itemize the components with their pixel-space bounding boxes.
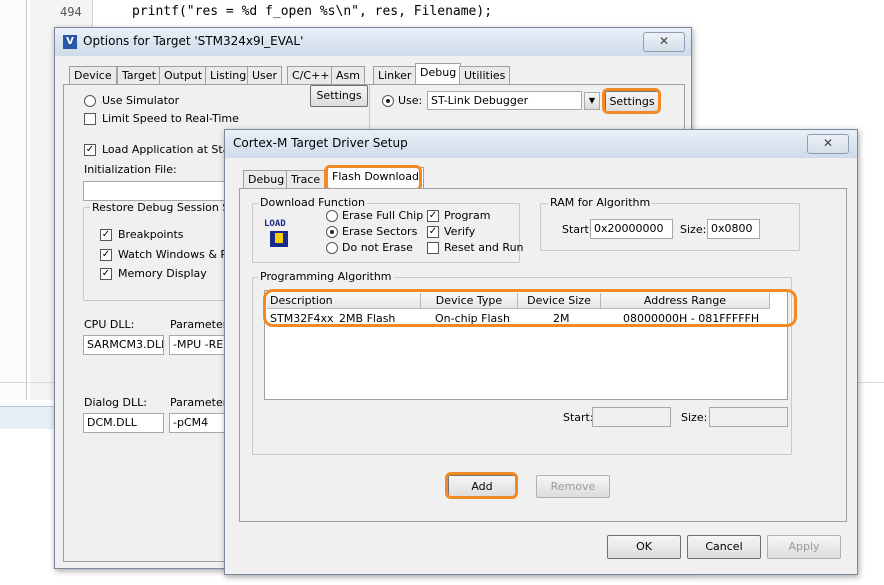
initialization-file-input[interactable] — [83, 181, 238, 201]
remove-button[interactable]: Remove — [536, 475, 610, 498]
flash-download-panel: Download Function LOAD Erase Full Chip E… — [239, 188, 847, 522]
erase-sectors-radio[interactable] — [326, 226, 338, 238]
debugger-select-value: ST-Link Debugger — [431, 94, 529, 107]
options-titlebar[interactable]: V Options for Target 'STM324x9I_EVAL' ✕ — [55, 28, 691, 56]
reset-and-run-checkbox[interactable] — [427, 242, 439, 254]
tab-trace[interactable]: Trace — [286, 170, 326, 188]
cancel-button[interactable]: Cancel — [687, 535, 761, 559]
editor-code-line[interactable]: printf("res = %d f_open %s\n", res, File… — [132, 4, 492, 19]
algo-start-input[interactable] — [592, 407, 671, 427]
use-label: Use: — [398, 94, 423, 107]
load-icon: LOAD — [264, 219, 294, 249]
settings-highlight — [602, 88, 661, 114]
tab-linker[interactable]: Linker — [373, 66, 417, 84]
breakpoints-checkbox[interactable]: ✓ — [100, 229, 112, 241]
use-debugger-radio[interactable] — [382, 95, 394, 107]
load-icon-arrow — [275, 233, 283, 243]
cpu-dll-label: CPU DLL: — [84, 318, 135, 331]
dialog-dll-input[interactable]: DCM.DLL — [83, 413, 164, 433]
programming-algorithm-label: Programming Algorithm — [258, 270, 394, 283]
ram-start-input[interactable]: 0x20000000 — [590, 219, 673, 239]
tab-user[interactable]: User — [247, 66, 283, 84]
driver-close-button[interactable]: ✕ — [807, 134, 849, 154]
tab-debug-driver[interactable]: Debug — [243, 170, 290, 188]
breakpoints-label: Breakpoints — [118, 228, 184, 241]
driver-client-area: Debug Trace Flash Download Download Func… — [225, 158, 857, 574]
output-panel-tab[interactable] — [0, 406, 60, 429]
dialog-parameter-label: Parameter: — [170, 396, 231, 409]
limit-speed-label: Limit Speed to Real-Time — [102, 112, 239, 125]
tab-c-cpp[interactable]: C/C++ — [287, 66, 335, 84]
tab-asm[interactable]: Asm — [331, 66, 365, 84]
load-icon-text: LOAD — [264, 219, 286, 229]
do-not-erase-radio[interactable] — [326, 242, 338, 254]
load-application-checkbox[interactable]: ✓ — [84, 144, 96, 156]
options-window-title: Options for Target 'STM324x9I_EVAL' — [83, 34, 304, 48]
cpu-dll-input[interactable]: SARMCM3.DLL — [83, 335, 164, 355]
algo-size-input[interactable] — [709, 407, 788, 427]
memory-display-label: Memory Display — [118, 267, 207, 280]
apply-button[interactable]: Apply — [767, 535, 841, 559]
ram-size-input[interactable]: 0x0800 — [707, 219, 760, 239]
simulator-settings-button[interactable]: Settings — [310, 85, 368, 107]
debugger-select[interactable]: ST-Link Debugger — [427, 91, 582, 110]
driver-titlebar[interactable]: Cortex-M Target Driver Setup ✕ — [225, 130, 857, 158]
erase-full-chip-radio[interactable] — [326, 210, 338, 222]
add-highlight — [445, 472, 518, 499]
algo-start-label: Start: — [563, 411, 594, 424]
ram-start-label: Start: — [562, 223, 593, 236]
download-function-label: Download Function — [258, 196, 367, 209]
verify-checkbox[interactable]: ✓ — [427, 226, 439, 238]
tab-debug[interactable]: Debug — [415, 63, 462, 84]
watch-windows-checkbox[interactable]: ✓ — [100, 249, 112, 261]
limit-speed-checkbox[interactable] — [84, 113, 96, 125]
tab-output[interactable]: Output — [159, 66, 208, 84]
algo-size-label: Size: — [681, 411, 708, 424]
tab-target[interactable]: Target — [117, 66, 162, 84]
options-close-button[interactable]: ✕ — [643, 32, 685, 52]
dialog-dll-label: Dialog DLL: — [84, 396, 147, 409]
ram-for-algorithm-label: RAM for Algorithm — [548, 196, 653, 209]
tab-listing[interactable]: Listing — [205, 66, 252, 84]
driver-window-title: Cortex-M Target Driver Setup — [233, 136, 408, 150]
use-simulator-radio[interactable] — [84, 95, 96, 107]
initialization-file-label: Initialization File: — [84, 163, 177, 176]
do-not-erase-label: Do not Erase — [342, 241, 413, 254]
verify-label: Verify — [444, 225, 476, 238]
ok-button[interactable]: OK — [607, 535, 681, 559]
cpu-parameter-label: Parameter: — [170, 318, 231, 331]
algorithm-row-highlight — [263, 289, 797, 327]
uvision-logo-icon: V — [63, 35, 77, 49]
program-checkbox[interactable]: ✓ — [427, 210, 439, 222]
editor-left-margin — [0, 0, 27, 400]
memory-display-checkbox[interactable]: ✓ — [100, 268, 112, 280]
erase-sectors-label: Erase Sectors — [342, 225, 418, 238]
reset-and-run-label: Reset and Run — [444, 241, 524, 254]
ram-size-label: Size: — [680, 223, 707, 236]
chevron-down-icon[interactable]: ▼ — [584, 92, 600, 110]
tab-device[interactable]: Device — [69, 66, 117, 84]
tab-utilities[interactable]: Utilities — [459, 66, 511, 84]
program-label: Program — [444, 209, 491, 222]
erase-full-chip-label: Erase Full Chip — [342, 209, 424, 222]
editor-line-number: 494 — [60, 5, 82, 19]
use-simulator-label: Use Simulator — [102, 94, 180, 107]
cortex-m-target-driver-setup-window: Cortex-M Target Driver Setup ✕ Debug Tra… — [224, 129, 858, 575]
